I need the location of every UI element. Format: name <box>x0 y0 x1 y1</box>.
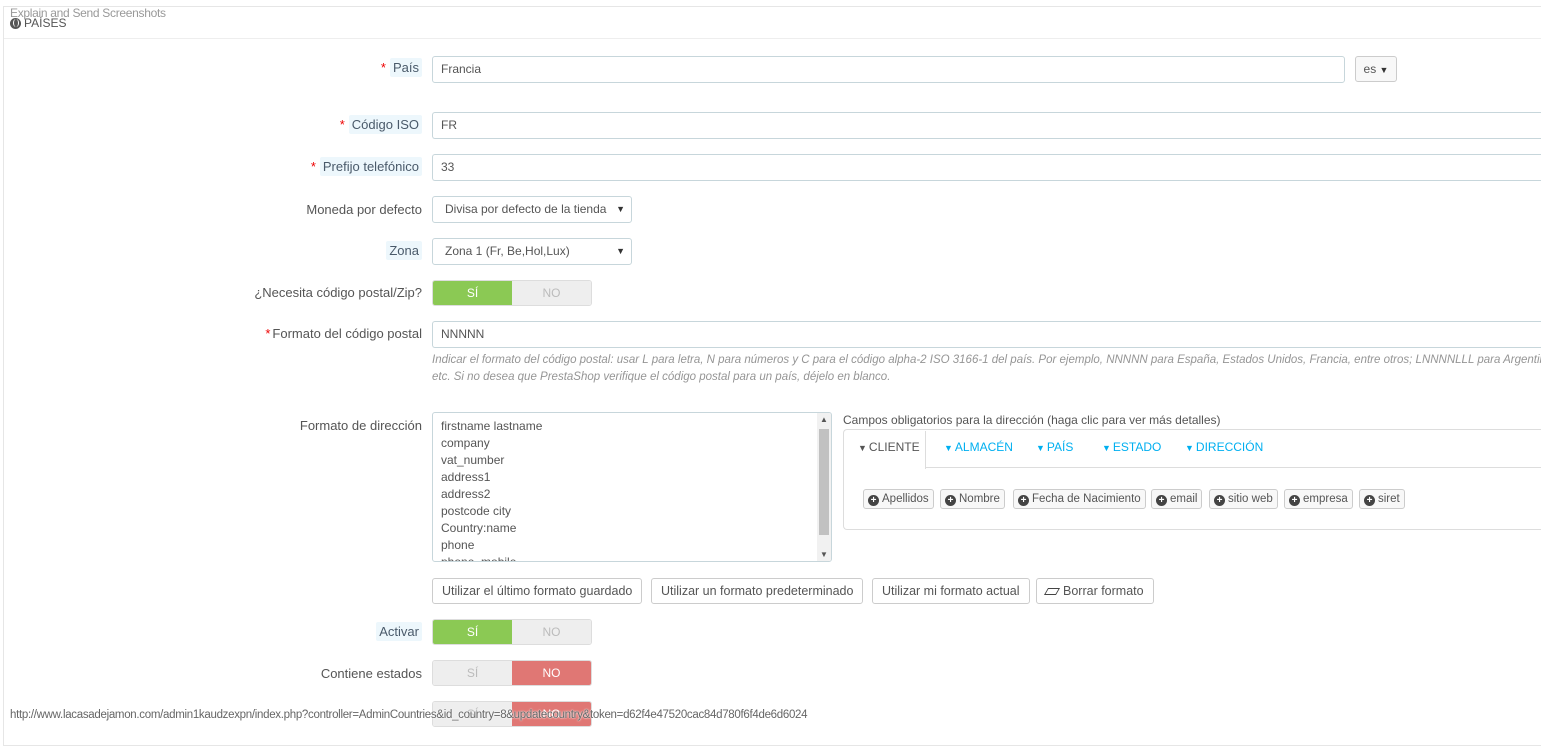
use-last-saved-format-button[interactable]: Utilizar el último formato guardado <box>432 578 643 604</box>
chip-email[interactable]: + email <box>1151 489 1203 509</box>
contains-states-switch[interactable]: SÍ NO <box>432 660 592 686</box>
zip-format-help: Indicar el formato del código postal: us… <box>432 354 1541 383</box>
scroll-thumb[interactable] <box>819 429 829 535</box>
heading-divider <box>4 38 1541 39</box>
browser-status-url: http://www.lacasadejamon.com/admin1kaudz… <box>10 709 808 721</box>
plus-circle-icon: + <box>1289 495 1300 506</box>
tab-estado[interactable]: ▼ ESTADO <box>1102 440 1161 454</box>
use-default-format-button[interactable]: Utilizar un formato predeterminado <box>651 578 864 604</box>
switch-yes[interactable]: SÍ <box>433 620 512 644</box>
scroll-up-icon[interactable]: ▲ <box>817 415 831 424</box>
address-format-textarea[interactable]: firstname lastname company vat_numberaddre… <box>432 412 832 562</box>
zone-label: Zona <box>386 241 422 260</box>
address-format-lines: firstname lastname company vat_numberaddre… <box>441 418 543 562</box>
caret-down-icon: ▼ <box>1102 443 1111 453</box>
caret-down-icon: ▼ <box>944 443 953 453</box>
address-format-line: address1 <box>441 470 491 484</box>
address-format-label: Formato de dirección <box>299 418 422 433</box>
eraser-icon <box>1043 588 1061 595</box>
phone-prefix-label: * Prefijo telefónico <box>311 157 422 176</box>
caret-down-icon: ▼ <box>1185 443 1194 453</box>
switch-no[interactable]: NO <box>512 661 591 685</box>
plus-circle-icon: + <box>868 495 879 506</box>
chip-apellidos[interactable]: + Apellidos <box>863 489 934 509</box>
address-format-line: company <box>441 436 490 450</box>
zone-select[interactable]: Zona 1 (Fr, Be,Hol,Lux) ▼ <box>432 238 632 265</box>
currency-label: Moneda por defecto <box>306 202 422 217</box>
address-format-line: phone_mobile <box>441 555 517 562</box>
scrollbar[interactable]: ▲ ▼ <box>817 413 831 561</box>
chip-nombre[interactable]: + Nombre <box>940 489 1005 509</box>
active-switch[interactable]: SÍ NO <box>432 619 592 645</box>
address-format-line: postcode city <box>441 504 512 518</box>
phone-prefix-input[interactable]: 33 <box>432 154 1541 181</box>
required-fields-title: Campos obligatorios para la dirección (h… <box>843 413 1221 427</box>
tab-cliente[interactable]: ▼ CLIENTE <box>858 440 920 454</box>
country-label: * País <box>380 58 422 77</box>
switch-no[interactable]: NO <box>512 281 591 305</box>
plus-circle-icon: + <box>1156 495 1167 506</box>
switch-yes[interactable]: SÍ <box>433 281 512 305</box>
tab-direccion[interactable]: ▼ DIRECCIÓN <box>1185 440 1263 454</box>
iso-label: * Código ISO <box>340 115 422 134</box>
caret-down-icon: ▼ <box>612 197 625 222</box>
contains-states-label: Contiene estados <box>320 666 422 681</box>
scroll-down-icon[interactable]: ▼ <box>817 550 831 559</box>
currency-select[interactable]: Divisa por defecto de la tienda ▼ <box>432 196 632 223</box>
switch-yes[interactable]: SÍ <box>433 661 512 685</box>
zip-format-label: * Formato del código postal <box>265 326 422 341</box>
zip-format-input[interactable]: NNNNN <box>432 321 1541 348</box>
caret-down-icon: ▼ <box>1036 443 1045 453</box>
address-format-line: phone <box>441 538 475 552</box>
chip-empresa[interactable]: + empresa <box>1284 489 1353 509</box>
address-format-line: address2 <box>441 487 491 501</box>
caret-down-icon: ▼ <box>858 443 867 453</box>
caret-down-icon: ▼ <box>612 239 625 264</box>
plus-circle-icon: + <box>1214 495 1225 506</box>
address-format-line: vat_number <box>441 453 505 467</box>
plus-circle-icon: + <box>1018 495 1029 506</box>
country-name-input[interactable]: Francia <box>432 56 1345 83</box>
chip-siret[interactable]: + siret <box>1359 489 1405 509</box>
tabs-divider <box>926 467 1541 468</box>
use-current-format-button[interactable]: Utilizar mi formato actual <box>872 578 1030 604</box>
language-dropdown[interactable]: es ▼ <box>1355 56 1397 82</box>
iso-code-input[interactable]: FR <box>432 112 1541 139</box>
active-label: Activar <box>376 622 422 641</box>
caret-down-icon: ▼ <box>1379 65 1389 75</box>
switch-no[interactable]: NO <box>512 620 591 644</box>
clear-format-button[interactable]: Borrar formato <box>1036 578 1154 604</box>
chip-sitio-web[interactable]: + sitio web <box>1209 489 1278 509</box>
plus-circle-icon: + <box>945 495 956 506</box>
address-format-line: firstname lastname <box>441 419 543 433</box>
required-marker: * <box>380 60 386 75</box>
address-format-line: Country:name <box>441 521 517 535</box>
plus-circle-icon: + <box>1364 495 1375 506</box>
needs-zip-switch[interactable]: SÍ NO <box>432 280 592 306</box>
tab-pais[interactable]: ▼ PAÍS <box>1036 440 1073 454</box>
chip-fecha-nacimiento[interactable]: + Fecha de Nacimiento <box>1013 489 1146 509</box>
tab-almacen[interactable]: ▼ ALMACÉN <box>944 440 1013 454</box>
needs-zip-label: ¿Necesita código postal/Zip? <box>254 285 422 300</box>
screenshot-tool-tip: Explain and Send Screenshots <box>10 6 166 20</box>
